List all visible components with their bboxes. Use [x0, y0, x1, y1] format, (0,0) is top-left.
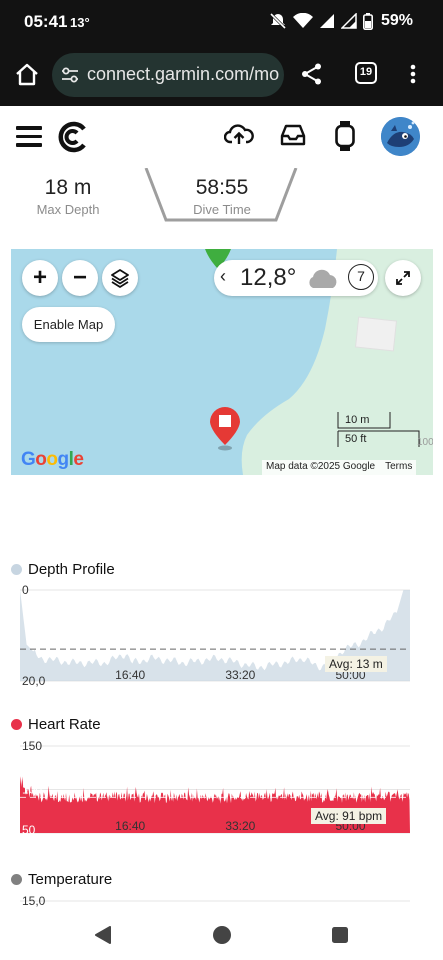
- recents-icon[interactable]: [331, 926, 349, 944]
- home-icon[interactable]: [14, 62, 40, 88]
- map-data-credit: Map data ©2025 Google: [266, 461, 376, 472]
- scale-feet: 50 ft: [345, 433, 367, 445]
- layers-button[interactable]: [102, 260, 138, 296]
- depth-legend-dot: [11, 564, 22, 575]
- depth-average-label: Avg: 13 m: [325, 656, 387, 672]
- depth-y-tick-label: 0: [22, 583, 29, 597]
- weather-temperature: 12,8°: [240, 264, 297, 291]
- android-nav-bar: [0, 908, 443, 960]
- dive-stats: 18 m Max Depth 58:55 Dive Time: [0, 168, 443, 238]
- heart-x-tick-label: 33:20: [225, 819, 255, 833]
- zoom-in-button[interactable]: +: [22, 260, 58, 296]
- dnd-muted-icon: [269, 12, 287, 30]
- scale-meters: 10 m: [345, 414, 370, 426]
- status-time: 05:41: [24, 12, 68, 31]
- wind-speed-indicator: 7: [348, 264, 374, 290]
- cloud-icon: [309, 269, 337, 288]
- share-icon[interactable]: [300, 62, 324, 86]
- expand-icon: [396, 271, 410, 285]
- browser-toolbar: connect.garmin.com/mo 19: [0, 44, 443, 106]
- heart-rate-chart[interactable]: 15010050 16:40 33:20 50:00: [0, 736, 443, 844]
- hamburger-menu-icon[interactable]: [16, 126, 42, 148]
- status-bar: 05:41 13° 59%: [0, 0, 443, 44]
- heart-legend-dot: [11, 719, 22, 730]
- depth-y-tick-label: 20,0: [22, 674, 46, 688]
- layers-icon: [111, 269, 129, 288]
- temperature-legend-dot: [11, 874, 22, 885]
- dive-time-label: Dive Time: [193, 202, 251, 217]
- map-terms-link[interactable]: Terms: [385, 461, 412, 472]
- garmin-connect-logo-icon[interactable]: [56, 120, 90, 154]
- map-scale: 10 m 50 ft 100: [335, 411, 433, 451]
- heart-y-tick-label: 150: [22, 739, 42, 753]
- temperature-y-tick-label: 15,0: [22, 894, 46, 908]
- enable-map-button[interactable]: Enable Map: [22, 307, 115, 342]
- status-temperature: 13°: [70, 15, 90, 30]
- tab-switcher-button[interactable]: 19: [355, 62, 377, 84]
- max-depth-value: 18 m: [44, 176, 92, 199]
- url-bar[interactable]: connect.garmin.com/mo: [52, 53, 284, 97]
- depth-x-tick-label: 16:40: [115, 668, 145, 682]
- watch-icon[interactable]: [334, 120, 356, 152]
- stat-max-depth: 18 m Max Depth: [20, 176, 116, 217]
- home-circle-icon[interactable]: [212, 925, 232, 945]
- map-attribution: Map data ©2025 Google Terms: [262, 460, 417, 475]
- dive-time-value: 58:55: [195, 176, 249, 199]
- app-header: [0, 106, 443, 168]
- stat-dive-time: 58:55 Dive Time: [172, 176, 272, 217]
- more-menu-icon[interactable]: [410, 64, 416, 84]
- depth-chart-title: Depth Profile: [28, 561, 115, 578]
- status-icons: 59%: [269, 12, 413, 30]
- end-marker-icon: [210, 407, 240, 451]
- signal-2-icon: [340, 13, 357, 29]
- avatar[interactable]: [381, 117, 420, 156]
- fullscreen-button[interactable]: [385, 260, 421, 296]
- screen: 05:41 13° 59% connect.garmin.com/mo 19 1…: [0, 0, 443, 960]
- url-text[interactable]: connect.garmin.com/mo: [87, 64, 279, 85]
- google-logo: Google: [21, 449, 84, 470]
- heart-y-tick-label: 50: [22, 823, 36, 837]
- site-settings-icon[interactable]: [61, 66, 79, 84]
- max-depth-label: Max Depth: [36, 202, 100, 217]
- heart-average-label: Avg: 91 bpm: [311, 808, 387, 824]
- dive-map[interactable]: + − Enable Map ‹ 12,8° 7 10 m 50 ft 100 …: [11, 249, 433, 475]
- heart-y-tick-label: 100: [22, 783, 42, 797]
- wifi-icon: [292, 13, 313, 28]
- zoom-out-button[interactable]: −: [62, 260, 98, 296]
- cloud-upload-icon[interactable]: [224, 122, 254, 148]
- heart-x-tick-label: 16:40: [115, 819, 145, 833]
- signal-icon: [319, 14, 334, 28]
- depth-x-tick-label: 33:20: [225, 668, 255, 682]
- weather-widget[interactable]: ‹ 12,8° 7: [214, 260, 378, 296]
- battery-icon: [362, 12, 373, 30]
- temperature-chart-title: Temperature: [28, 871, 113, 888]
- scale-extra: 100: [417, 437, 433, 448]
- temperature-chart[interactable]: 15,0: [0, 890, 443, 910]
- back-icon[interactable]: [94, 926, 112, 944]
- heart-chart-title: Heart Rate: [28, 716, 101, 733]
- weather-collapse-icon[interactable]: ‹: [220, 266, 226, 287]
- inbox-icon[interactable]: [280, 123, 306, 147]
- battery-percent: 59%: [380, 12, 413, 29]
